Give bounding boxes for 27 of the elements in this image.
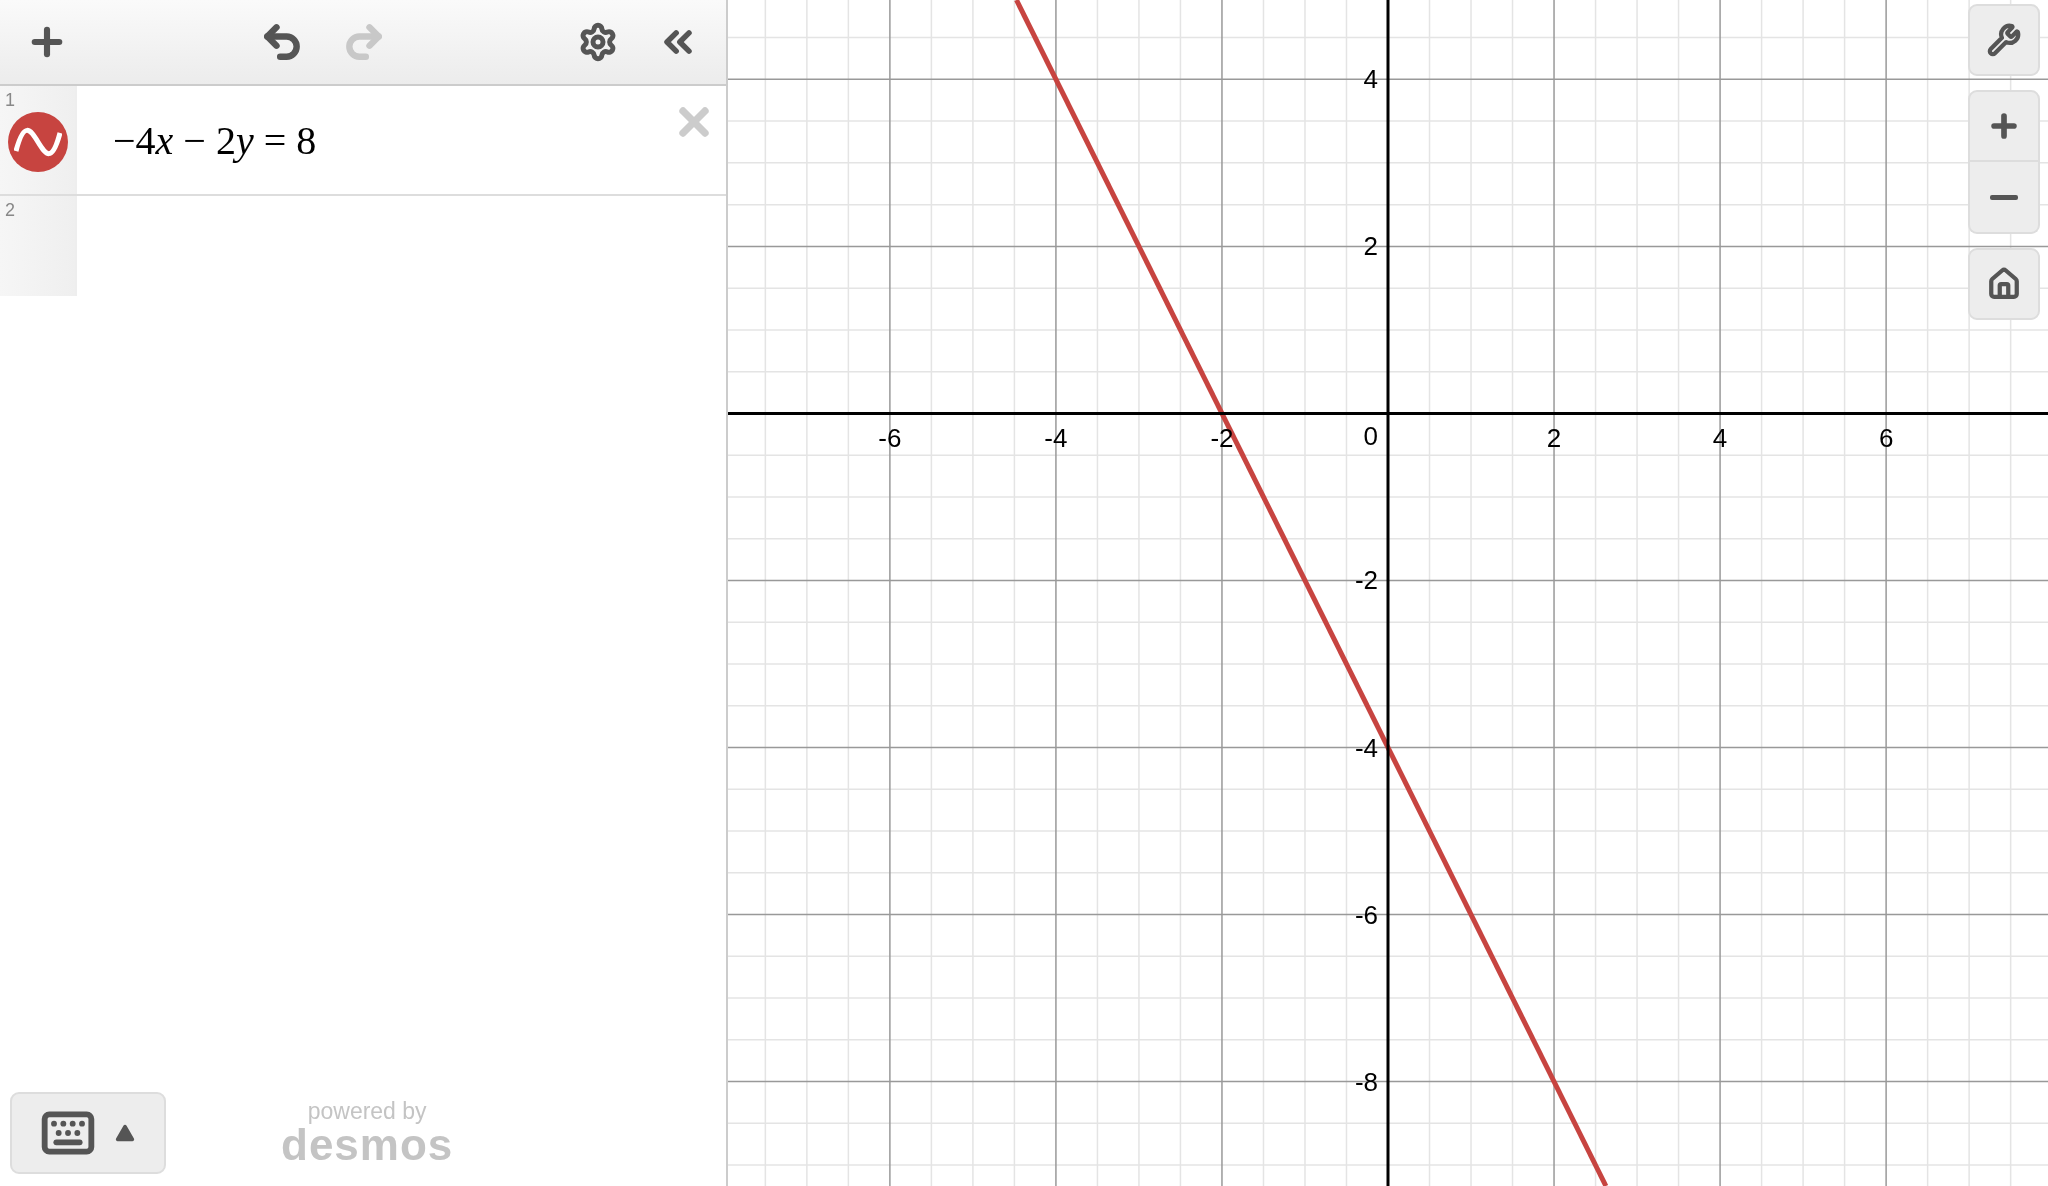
zoom-out-button[interactable] [1968, 162, 2040, 234]
home-button[interactable] [1968, 248, 2040, 320]
origin-label: 0 [1363, 421, 1378, 452]
y-tick-label: 4 [1363, 64, 1378, 95]
y-tick-label: -8 [1354, 1066, 1378, 1097]
y-tick-label: -4 [1354, 732, 1378, 763]
wave-icon[interactable] [8, 112, 68, 172]
expression-input[interactable]: −4x − 2y = 8 [113, 116, 317, 164]
y-tick-label: 2 [1363, 231, 1378, 262]
x-tick-label: 4 [1712, 423, 1728, 454]
keyboard-toggle-button[interactable] [10, 1092, 166, 1174]
line-number: 2 [5, 200, 15, 221]
line-number: 1 [5, 90, 15, 111]
wrench-icon [1987, 23, 2021, 57]
y-tick-label: -6 [1354, 899, 1378, 930]
zoom-in-button[interactable] [1968, 90, 2040, 162]
x-tick-label: -2 [1210, 423, 1234, 454]
x-tick-label: 6 [1878, 423, 1894, 454]
home-icon [1987, 267, 2021, 301]
x-tick-label: -6 [878, 423, 902, 454]
wrench-button[interactable] [1968, 4, 2040, 76]
y-tick-label: -2 [1354, 565, 1378, 596]
x-tick-label: -4 [1044, 423, 1068, 454]
powered-by-text: powered by [307, 1099, 427, 1123]
x-tick-label: 2 [1546, 423, 1562, 454]
caret-up-icon [114, 1122, 136, 1144]
minus-icon [1990, 194, 2018, 200]
